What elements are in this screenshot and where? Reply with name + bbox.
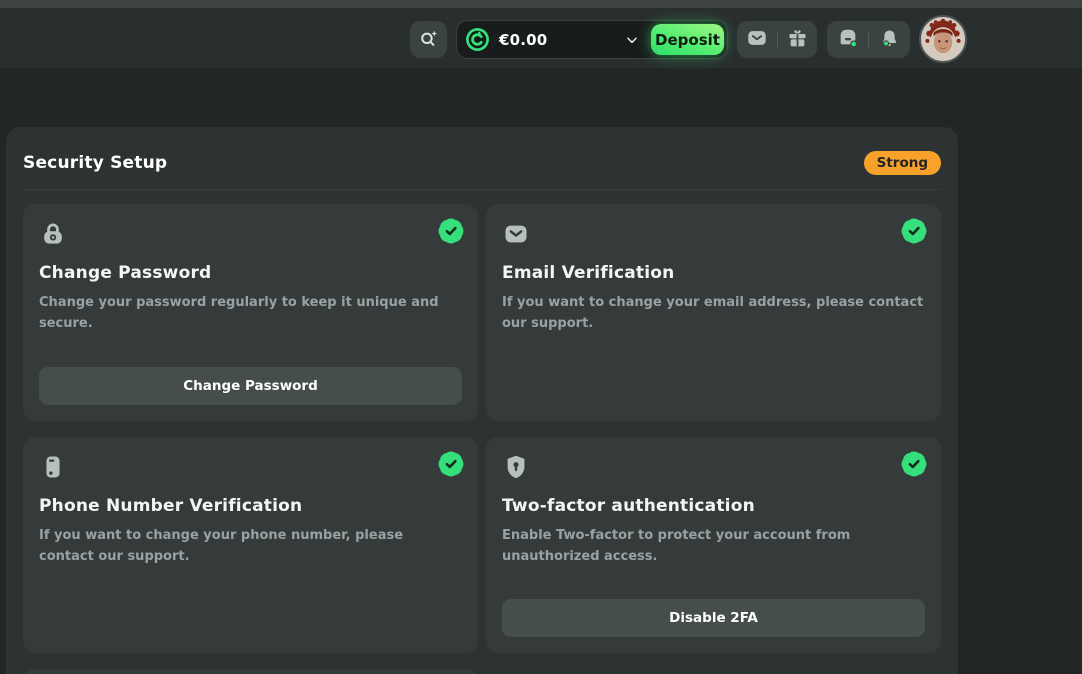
verified-check-badge — [440, 220, 462, 242]
password-strength-badge: Strong — [864, 151, 941, 175]
page-title: Security Setup — [23, 153, 167, 173]
deposit-button[interactable]: Deposit — [651, 24, 724, 55]
card-change-password: Change Password Change your password reg… — [23, 204, 478, 421]
search-icon — [418, 28, 439, 52]
gift-button[interactable] — [778, 21, 818, 58]
card-partial — [23, 669, 478, 674]
security-cards-grid: Change Password Change your password reg… — [23, 204, 941, 674]
shield-keyhole-icon — [502, 453, 530, 481]
chevron-down-icon — [625, 33, 639, 47]
balance-amount: €0.00 — [499, 31, 547, 49]
card-description: If you want to change your email address… — [502, 293, 925, 335]
verified-check-badge — [440, 453, 462, 475]
card-email-verification: Email Verification If you want to change… — [486, 204, 941, 421]
card-title: Email Verification — [502, 263, 925, 283]
top-navigation-bar: €0.00 Deposit — [0, 8, 1082, 68]
coin-currency-icon — [465, 27, 490, 52]
mail-gift-group — [737, 21, 817, 58]
avatar[interactable] — [919, 15, 967, 63]
gift-icon — [787, 28, 808, 52]
lock-icon — [39, 220, 67, 248]
card-description: Change your password regularly to keep i… — [39, 293, 462, 335]
card-title: Two-factor authentication — [502, 496, 925, 516]
chat-bell-group — [827, 21, 910, 58]
security-setup-panel: Security Setup Strong — [6, 127, 958, 674]
card-title: Change Password — [39, 263, 462, 283]
mail-icon — [746, 27, 768, 52]
bell-icon — [879, 28, 900, 52]
verified-check-badge — [903, 453, 925, 475]
wallet-balance-selector[interactable]: €0.00 Deposit — [456, 20, 728, 59]
card-two-factor: Two-factor authentication Enable Two-fac… — [486, 437, 941, 653]
change-password-button[interactable]: Change Password — [39, 367, 462, 405]
card-title: Phone Number Verification — [39, 496, 462, 516]
phone-icon — [39, 453, 67, 481]
verified-check-badge — [903, 220, 925, 242]
notifications-button[interactable] — [869, 21, 910, 58]
mail-button[interactable] — [737, 21, 777, 58]
disable-2fa-button[interactable]: Disable 2FA — [502, 599, 925, 637]
chat-button[interactable] — [827, 21, 868, 58]
envelope-icon — [502, 220, 530, 248]
search-button[interactable] — [410, 21, 447, 58]
card-description: If you want to change your phone number,… — [39, 526, 462, 568]
divider — [23, 189, 941, 190]
top-strip — [0, 0, 1082, 8]
card-description: Enable Two-factor to protect your accoun… — [502, 526, 925, 568]
chat-icon — [837, 27, 859, 52]
card-phone-verification: Phone Number Verification If you want to… — [23, 437, 478, 653]
